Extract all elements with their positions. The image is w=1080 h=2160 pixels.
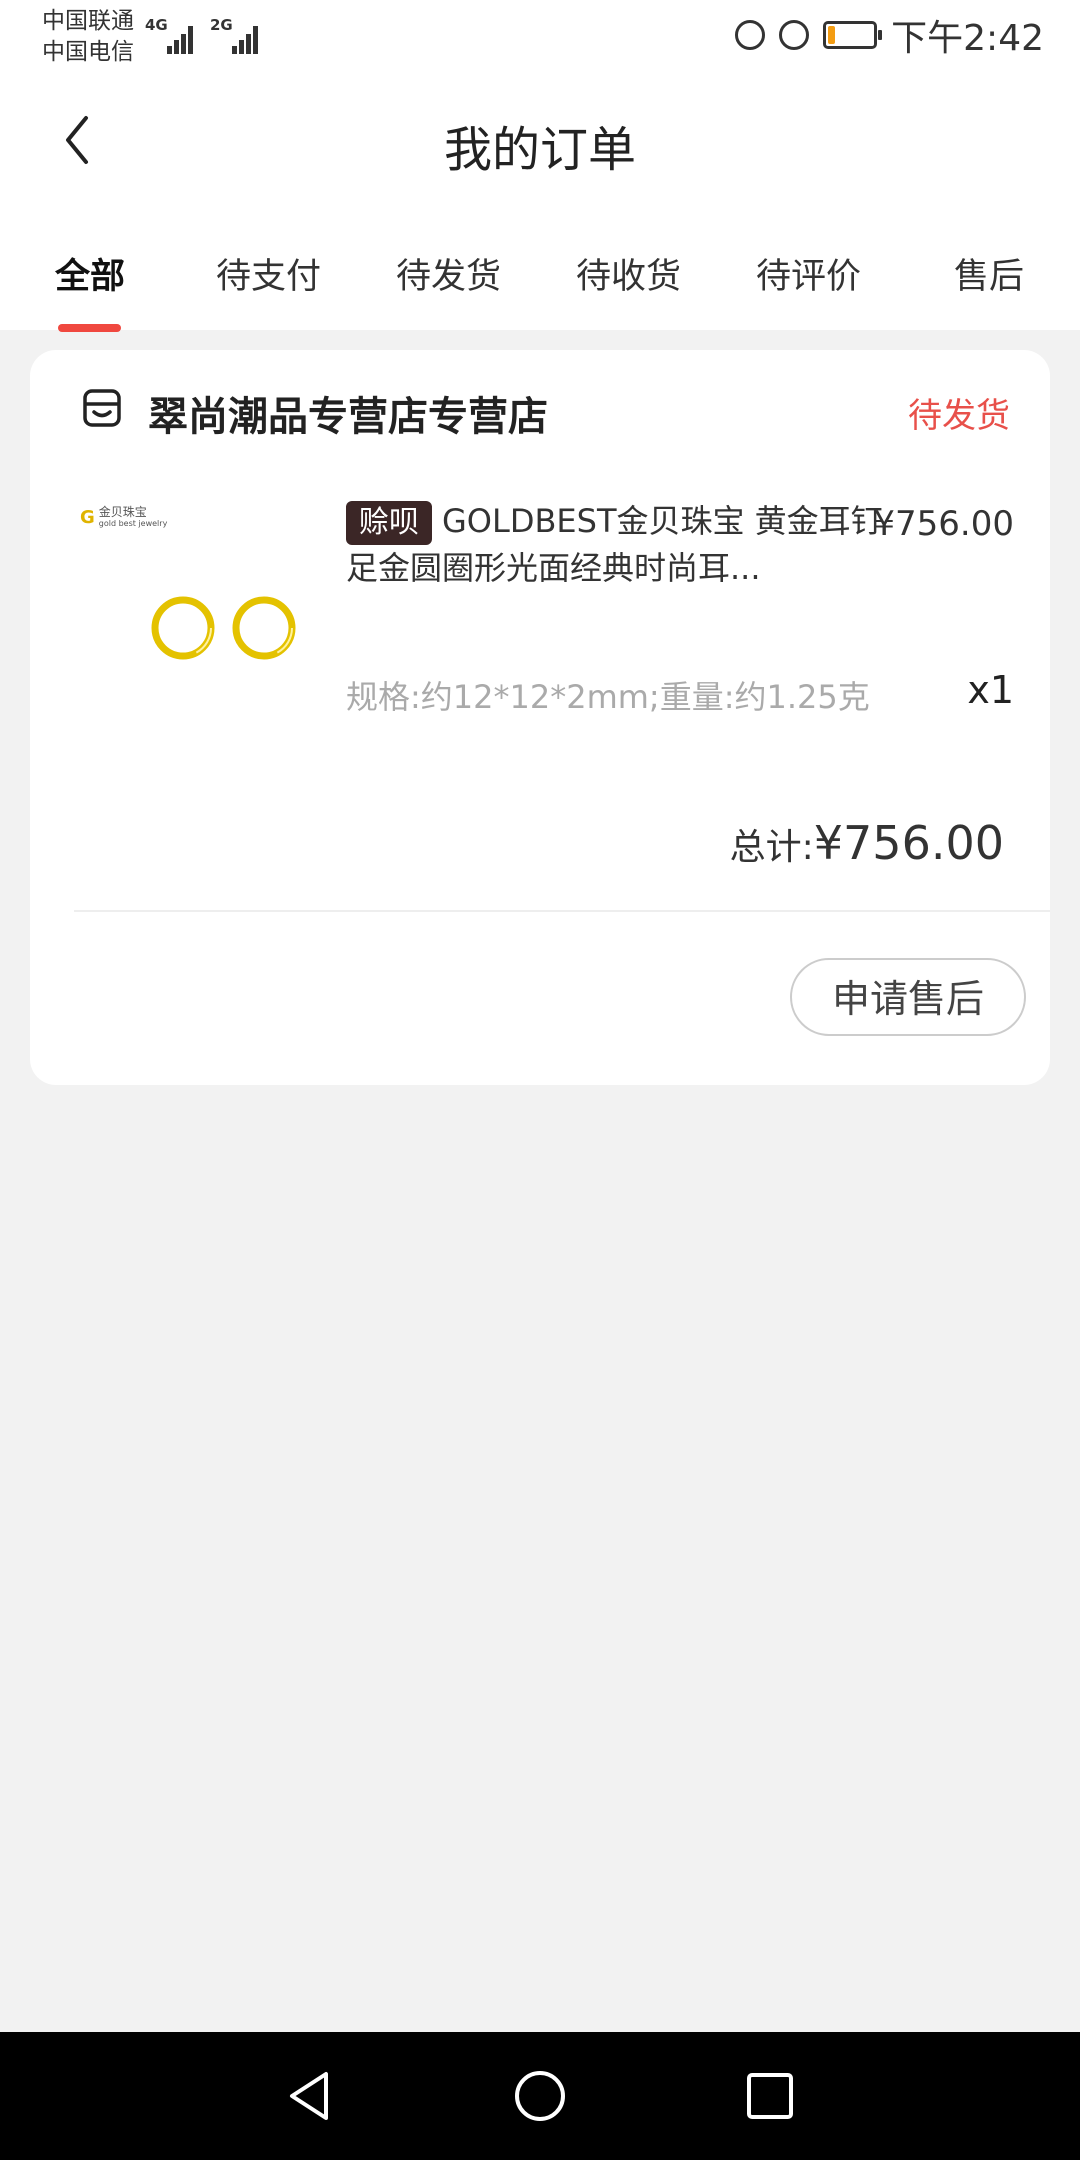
product-image[interactable]: G 金贝珠宝 gold best jewelry — [76, 500, 306, 720]
sync-icon — [735, 20, 766, 50]
carrier-names: 中国联通 中国电信 — [42, 6, 134, 68]
product-spec: 规格:约12*12*2mm;重量:约1.25克 — [346, 678, 870, 716]
signal-sim2-icon: 2G — [210, 16, 262, 54]
credit-badge: 赊呗 — [346, 501, 432, 545]
store-icon — [83, 389, 121, 427]
page-title: 我的订单 — [443, 122, 636, 178]
product-title[interactable]: 赊呗 GOLDBEST金贝珠宝 黄金耳钉足金圆圈形光面经典时尚耳... — [346, 498, 886, 592]
order-total: 总计:¥756.00 — [730, 816, 1004, 870]
order-tabs: 全部 待支付 待发货 待收货 待评价 售后 — [0, 210, 1080, 332]
product-quantity: x1 — [967, 668, 1014, 712]
apply-after-sales-button[interactable]: 申请售后 — [790, 958, 1026, 1036]
tab-pending-review[interactable]: 待评价 — [756, 248, 861, 299]
carrier-2: 中国电信 — [42, 39, 134, 65]
store-name[interactable]: 翠尚潮品专营店专营店 — [148, 384, 548, 442]
order-status: 待发货 — [908, 396, 1010, 436]
system-nav-bar — [0, 2032, 1080, 2160]
signal-sim1-icon: 4G — [145, 16, 197, 54]
home-circle-icon[interactable] — [512, 2068, 568, 2124]
clock: 下午2:42 — [891, 18, 1044, 59]
earring-illustration — [151, 596, 296, 660]
status-bar: 中国联通 中国电信 4G 2G 下午2:42 — [0, 0, 1080, 70]
tab-pending-shipment[interactable]: 待发货 — [396, 248, 501, 299]
divider — [74, 910, 1050, 912]
active-tab-indicator — [58, 324, 121, 332]
total-label: 总计: — [729, 827, 814, 868]
tab-after-sales[interactable]: 售后 — [954, 248, 1024, 299]
tab-pending-receipt[interactable]: 待收货 — [576, 248, 681, 299]
battery-icon — [823, 21, 883, 49]
back-triangle-icon[interactable] — [282, 2068, 338, 2124]
tab-all[interactable]: 全部 — [55, 248, 125, 299]
tab-pending-payment[interactable]: 待支付 — [216, 248, 321, 299]
order-card[interactable]: 翠尚潮品专营店专营店 待发货 G 金贝珠宝 gold best jewelry … — [30, 350, 1050, 1085]
alarm-icon — [779, 20, 810, 50]
product-price: ¥756.00 — [873, 504, 1014, 544]
status-icons: 下午2:42 — [721, 12, 1044, 59]
page-header: 我的订单 — [0, 70, 1080, 210]
total-amount: ¥756.00 — [813, 816, 1004, 870]
recents-square-icon[interactable] — [742, 2068, 798, 2124]
carrier-1: 中国联通 — [42, 8, 134, 34]
